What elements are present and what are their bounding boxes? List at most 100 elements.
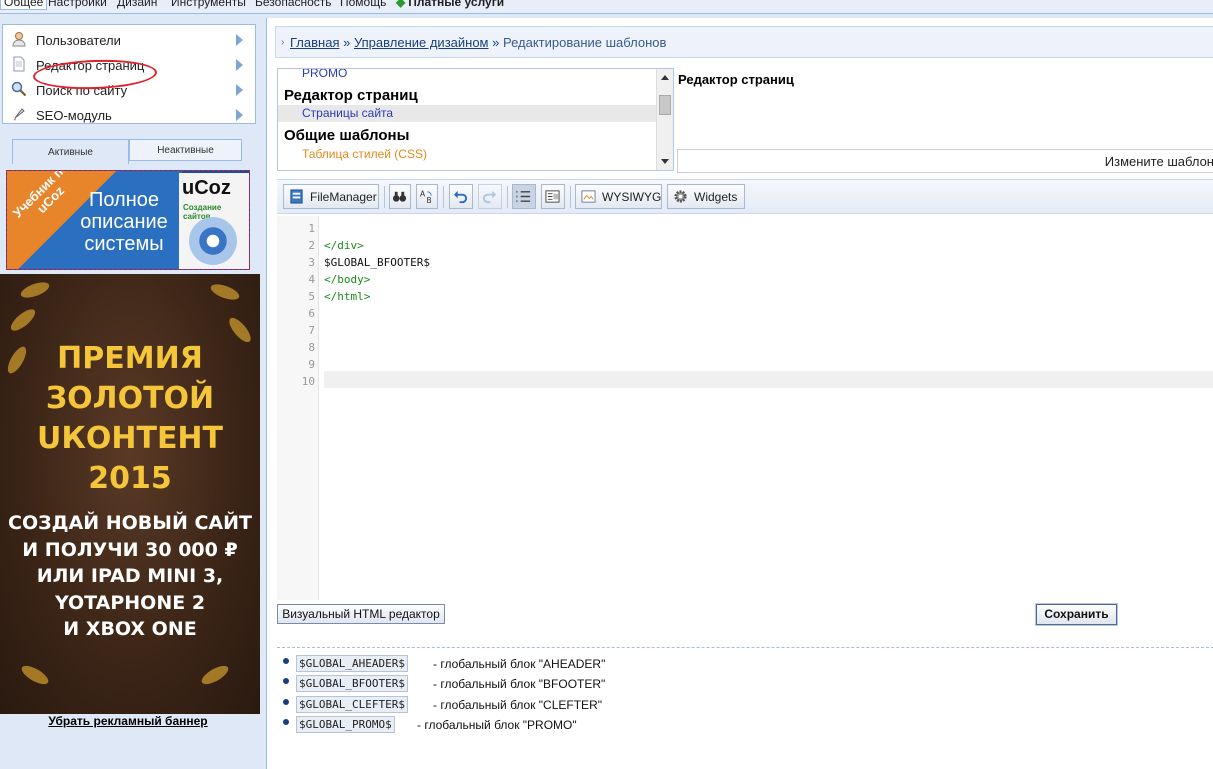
menu-paid-label: Платные услуги <box>408 0 505 9</box>
menu-settings[interactable]: Настройки <box>48 0 107 9</box>
code-line: $GLOBAL_BFOOTER$ <box>324 256 430 269</box>
code-line: </body> <box>324 273 371 286</box>
award-promo-line: YOTAPHONE 2 <box>54 591 206 614</box>
undo-icon <box>453 190 468 204</box>
visual-html-editor-button[interactable]: Визуальный HTML редактор <box>277 604 445 624</box>
toolbar-separator <box>384 186 385 208</box>
wysiwyg-label: WYSIWYG <box>602 190 662 204</box>
sidebar-item-label: Пользователи <box>36 33 121 48</box>
scroll-thumb[interactable] <box>659 95 671 115</box>
editor-title: Редактор страниц <box>678 72 794 87</box>
wysiwyg-icon <box>581 190 596 203</box>
menu-paid-services[interactable]: ◆ Платные услуги <box>396 0 504 9</box>
widgets-button[interactable]: Widgets <box>667 184 745 209</box>
line-number: 3 <box>308 256 315 269</box>
sidebar-item-users[interactable]: Пользователи <box>3 27 255 52</box>
bullet-icon <box>283 678 289 684</box>
svg-text:A: A <box>420 190 426 199</box>
line-number: 10 <box>301 375 315 388</box>
template-list-scrollbar[interactable] <box>656 69 673 170</box>
sidebar-item-label: SEO-модуль <box>36 108 112 123</box>
template-group-common: Общие шаблоны <box>284 127 410 144</box>
redo-button[interactable] <box>478 184 502 209</box>
bullet-icon <box>283 699 289 705</box>
widgets-label: Widgets <box>694 190 738 204</box>
toolbar-separator <box>507 186 508 208</box>
breadcrumb-separator: » <box>343 35 351 50</box>
award-title-line: ЗОЛОТОЙ <box>45 381 215 416</box>
disc-icon <box>189 217 237 265</box>
filemanager-icon <box>290 189 303 204</box>
redo-icon <box>482 190 497 204</box>
banner-award[interactable]: ПРЕМИЯ ЗОЛОТОЙ UКОНТЕНТ 2015 СОЗДАЙ НОВЫ… <box>0 274 260 714</box>
template-list[interactable]: PROMO Редактор страниц Страницы сайта Об… <box>277 68 674 171</box>
undo-button[interactable] <box>449 184 473 209</box>
award-promo: СОЗДАЙ НОВЫЙ САЙТ И ПОЛУЧИ 30 000 ₽ ИЛИ … <box>0 510 260 643</box>
breadcrumb-home[interactable]: Главная <box>290 35 339 50</box>
preview-button[interactable] <box>541 184 565 209</box>
editor-toolbar: FileManager AB WYSIWYG Widgets <box>277 179 1213 214</box>
chevron-right-icon <box>236 59 243 71</box>
sidebar-item-seo[interactable]: SEO-модуль <box>3 102 255 127</box>
bullet-icon <box>283 658 289 664</box>
active-line-highlight <box>324 371 1213 388</box>
scroll-up-icon[interactable] <box>661 75 669 80</box>
award-title-line: 2015 <box>88 461 172 496</box>
change-template-text: Измените шаблон <box>1104 154 1213 169</box>
line-number: 1 <box>308 222 315 235</box>
filemanager-button[interactable]: FileManager <box>283 184 379 209</box>
wysiwyg-button[interactable]: WYSIWYG <box>575 184 662 209</box>
laurel-leaf <box>7 305 39 335</box>
binoculars-icon <box>392 191 407 202</box>
tab-inactive[interactable]: Неактивные <box>129 139 242 161</box>
top-menu: Общее Настройки Дизайн Инструменты Безоп… <box>0 0 1213 14</box>
global-var-tag[interactable]: $GLOBAL_BFOOTER$ <box>296 675 408 692</box>
laurel-leaf <box>18 279 52 301</box>
line-number: 9 <box>308 358 315 371</box>
save-button[interactable]: Сохранить <box>1036 604 1117 625</box>
chevron-right-icon <box>236 34 243 46</box>
preview-icon <box>545 190 560 203</box>
line-number-gutter: 1 2 3 4 5 6 7 8 9 10 <box>277 216 319 600</box>
menu-general[interactable]: Общее <box>0 0 48 10</box>
change-template-box: Измените шаблон <box>677 149 1213 173</box>
banner-ucoz-tutorial[interactable]: Учебник по uCoz Полное описание системы … <box>6 170 250 270</box>
menu-tools[interactable]: Инструменты <box>171 0 246 9</box>
diamond-icon: ◆ <box>396 0 406 9</box>
divider <box>277 647 1213 648</box>
award-title-line: UКОНТЕНТ <box>36 421 224 456</box>
toolbar-separator <box>443 186 444 208</box>
scroll-down-icon[interactable] <box>661 159 669 164</box>
search-icon <box>11 81 27 97</box>
find-button[interactable] <box>389 184 411 209</box>
sidebar-nav: Пользователи Редактор страниц Поиск по с… <box>2 24 256 124</box>
line-number: 8 <box>308 341 315 354</box>
user-icon <box>12 32 26 47</box>
global-var-desc: - глобальный блок "PROMO" <box>417 718 577 732</box>
global-var-tag[interactable]: $GLOBAL_PROMO$ <box>296 716 395 733</box>
remove-banner-link[interactable]: Убрать рекламный баннер <box>0 714 256 728</box>
replace-button[interactable]: AB <box>416 184 438 209</box>
sidebar: Пользователи Редактор страниц Поиск по с… <box>0 18 262 769</box>
template-item-css[interactable]: Таблица стилей (CSS) <box>302 147 673 161</box>
global-var-tag[interactable]: $GLOBAL_CLEFTER$ <box>296 696 408 713</box>
code-editor[interactable]: 1 2 3 4 5 6 7 8 9 10 </div> $GLOBAL_BFOO… <box>277 216 1213 600</box>
award-promo-line: СОЗДАЙ НОВЫЙ САЙТ <box>8 512 252 534</box>
line-numbers-button[interactable] <box>512 184 536 209</box>
tab-active[interactable]: Активные <box>12 139 129 164</box>
breadcrumb: › Главная » Управление дизайном » Редакт… <box>275 26 1213 58</box>
template-item-promo[interactable]: PROMO <box>302 69 673 80</box>
breadcrumb-design[interactable]: Управление дизайном <box>354 35 489 50</box>
chevron-right-icon <box>236 109 243 121</box>
page-icon <box>13 56 25 72</box>
menu-security[interactable]: Безопасность <box>255 0 332 9</box>
template-item-site-pages[interactable]: Страницы сайта <box>302 106 673 120</box>
menu-design[interactable]: Дизайн <box>117 0 157 9</box>
brand-logo: uCoz <box>182 177 231 199</box>
laurel-leaf <box>199 662 231 688</box>
award-title: ПРЕМИЯ ЗОЛОТОЙ UКОНТЕНТ 2015 <box>0 339 260 499</box>
global-var-tag[interactable]: $GLOBAL_AHEADER$ <box>296 655 408 672</box>
menu-help[interactable]: Помощь <box>340 0 386 9</box>
award-promo-line: И XBOX ONE <box>63 618 197 640</box>
book-cover: uCoz Создание сайтов <box>179 173 249 269</box>
